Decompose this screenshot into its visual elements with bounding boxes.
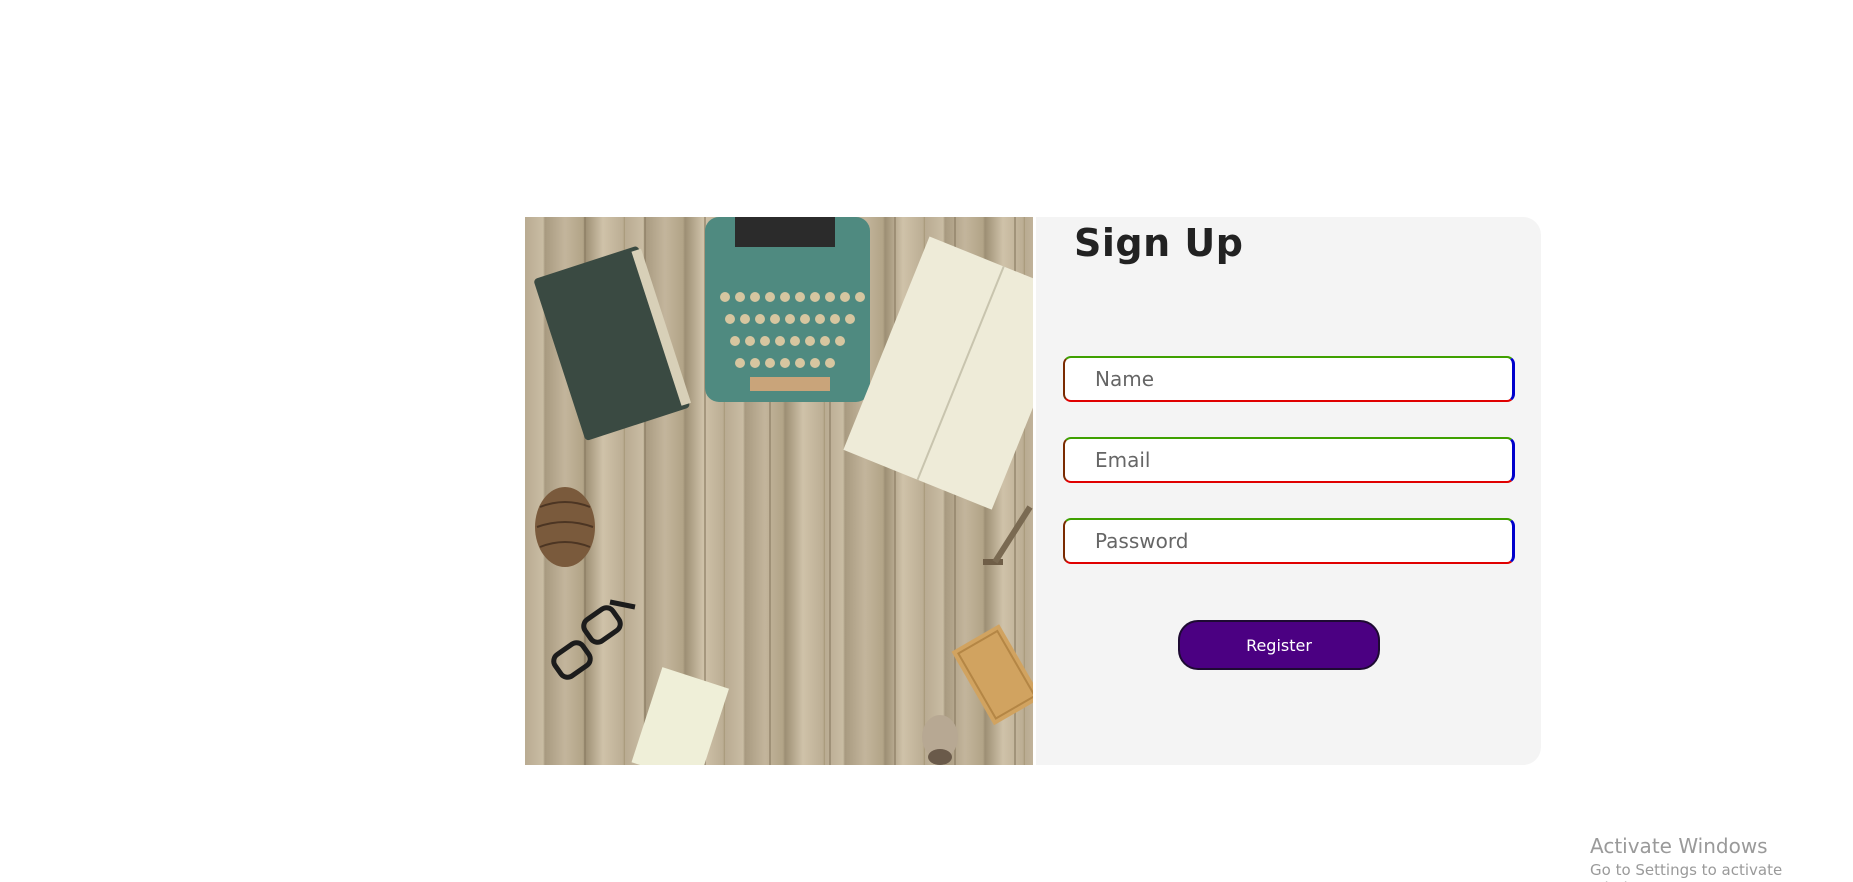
signup-card: Sign Up Register xyxy=(1036,217,1541,765)
activate-windows-watermark: Activate Windows Go to Settings to activ… xyxy=(1590,834,1853,882)
page-title: Sign Up xyxy=(1074,221,1244,265)
password-input[interactable] xyxy=(1063,518,1515,564)
desk-photo-icon xyxy=(534,217,1033,765)
desk-photo xyxy=(525,217,1033,765)
page: Sign Up Register Activate Windows Go to … xyxy=(0,0,1853,882)
email-input[interactable] xyxy=(1063,437,1515,483)
watermark-subtitle: Go to Settings to activate Windows. xyxy=(1590,861,1783,882)
name-input[interactable] xyxy=(1063,356,1515,402)
watermark-title: Activate Windows xyxy=(1590,834,1768,858)
register-button[interactable]: Register xyxy=(1178,620,1380,670)
